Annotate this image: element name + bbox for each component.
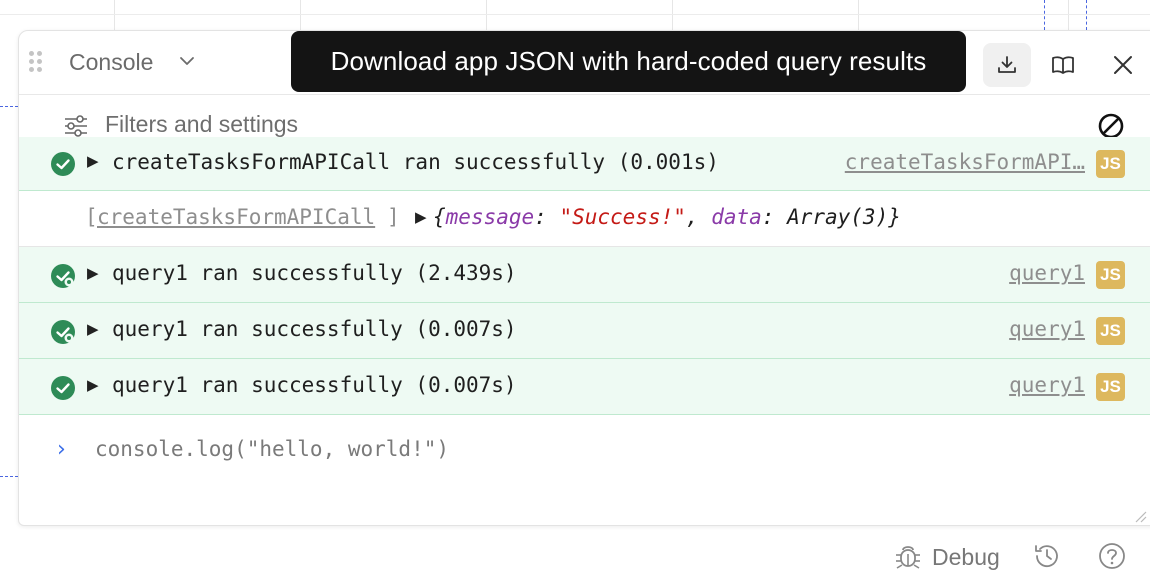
success-check-icon [51, 376, 75, 400]
chevron-down-icon[interactable] [177, 51, 197, 71]
log-source-link[interactable]: query1 [979, 317, 1085, 341]
download-icon [998, 56, 1016, 73]
download-json-button[interactable] [983, 43, 1031, 87]
canvas-selection-guide [1086, 0, 1087, 30]
debug-button[interactable]: Debug [894, 540, 1000, 574]
canvas-grid-line [672, 0, 673, 30]
log-entry[interactable]: ▶ query1 ran successfully (0.007s) query… [19, 303, 1150, 359]
success-check-icon [51, 152, 75, 176]
filters-and-settings-button[interactable]: Filters and settings [105, 111, 298, 138]
js-badge: JS [1096, 150, 1125, 178]
log-tag-bracket: [ [85, 205, 98, 229]
expand-arrow-icon[interactable]: ▶ [87, 376, 99, 394]
expand-arrow-icon[interactable]: ▶ [415, 208, 427, 226]
bug-icon [896, 546, 920, 569]
log-detail-entry[interactable]: [ createTasksFormAPICall ] ▶ {message: "… [19, 191, 1150, 247]
canvas-selection-guide [1044, 0, 1045, 30]
log-source-link[interactable]: createTasksFormAPI… [831, 150, 1085, 174]
log-object-preview: {message: "Success!", data: Array(3)} [433, 205, 901, 229]
console-panel: Console Filters and settings ▶ createTas… [18, 30, 1150, 526]
canvas-grid-line [300, 0, 301, 30]
log-entry[interactable]: ▶ query1 ran successfully (2.439s) query… [19, 247, 1150, 303]
canvas-grid-line [486, 0, 487, 30]
success-check-icon [51, 320, 75, 344]
canvas-grid-line [1068, 0, 1069, 30]
drag-handle-icon[interactable] [29, 51, 43, 75]
log-entry[interactable]: ▶ createTasksFormAPICall ran successfull… [19, 137, 1150, 191]
expand-arrow-icon[interactable]: ▶ [87, 264, 99, 282]
canvas-selection-guide [0, 476, 18, 477]
log-message: createTasksFormAPICall ran successfully … [112, 150, 719, 174]
clear-console-icon[interactable] [1097, 112, 1125, 140]
expand-arrow-icon[interactable]: ▶ [87, 320, 99, 338]
close-console-button[interactable] [1099, 43, 1147, 87]
console-input-row[interactable]: › console.log("hello, world!") [19, 423, 1150, 479]
log-source-link[interactable]: query1 [979, 261, 1085, 285]
js-badge: JS [1096, 317, 1125, 345]
prompt-chevron-icon: › [57, 437, 66, 462]
console-input[interactable]: console.log("hello, world!") [95, 437, 449, 461]
console-log-list: ▶ createTasksFormAPICall ran successfull… [19, 137, 1150, 525]
log-source-link[interactable]: createTasksFormAPICall [97, 205, 375, 229]
log-tag-bracket: ] [387, 205, 400, 229]
resize-handle-icon[interactable] [1133, 509, 1147, 523]
docs-button[interactable] [1039, 43, 1087, 87]
success-check-icon [51, 264, 75, 288]
canvas-grid-line [114, 0, 115, 30]
js-badge: JS [1096, 261, 1125, 289]
log-message: query1 ran successfully (2.439s) [112, 261, 517, 285]
download-tooltip: Download app JSON with hard-coded query … [291, 31, 966, 92]
history-icon[interactable] [1032, 541, 1062, 571]
console-title[interactable]: Console [69, 49, 153, 76]
canvas-selection-guide [0, 106, 18, 107]
js-badge: JS [1096, 373, 1125, 401]
sliders-icon[interactable] [63, 113, 89, 139]
canvas-grid-line [858, 0, 859, 30]
canvas-grid-line [0, 14, 1150, 15]
close-icon [1114, 56, 1132, 74]
log-source-link[interactable]: query1 [979, 373, 1085, 397]
log-message: query1 ran successfully (0.007s) [112, 317, 517, 341]
log-message: query1 ran successfully (0.007s) [112, 373, 517, 397]
book-icon [1052, 56, 1074, 74]
expand-arrow-icon[interactable]: ▶ [87, 152, 99, 170]
help-icon[interactable] [1097, 541, 1127, 571]
debug-label: Debug [932, 543, 1000, 570]
log-entry[interactable]: ▶ query1 ran successfully (0.007s) query… [19, 359, 1150, 415]
